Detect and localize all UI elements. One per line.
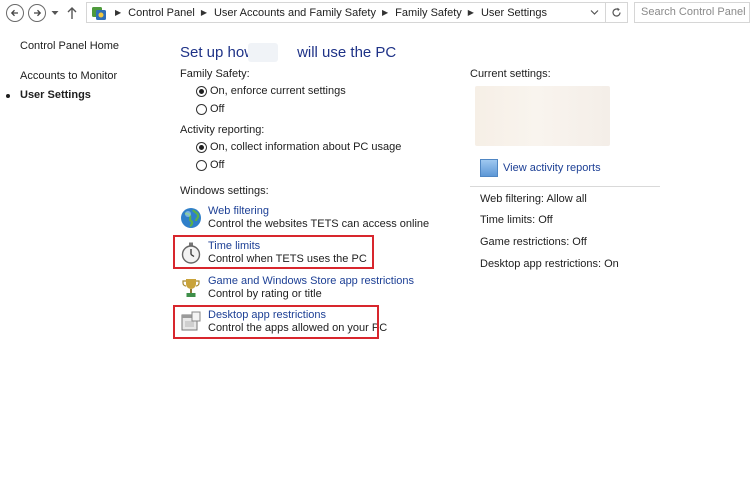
- time-limits-highlight-box: [173, 235, 374, 269]
- refresh-icon: [612, 7, 621, 17]
- page-title-part2: will use the PC: [297, 44, 397, 61]
- family-safety-off-label: Off: [210, 103, 225, 115]
- breadcrumb-family-safety[interactable]: Family Safety: [395, 7, 462, 19]
- current-settings-label: Current settings:: [470, 68, 551, 80]
- up-arrow-icon[interactable]: [66, 6, 78, 20]
- desktop-app-highlight-box: [173, 305, 379, 339]
- family-safety-on-option[interactable]: On, enforce current settings: [196, 85, 346, 97]
- windows-settings-label: Windows settings:: [180, 185, 269, 197]
- refresh-button[interactable]: [605, 3, 627, 22]
- search-input[interactable]: Search Control Panel: [634, 2, 750, 23]
- left-navigation-pane: Control Panel Home Accounts to Monitor U…: [0, 26, 170, 478]
- view-activity-reports-link[interactable]: View activity reports: [503, 162, 601, 174]
- breadcrumb-control-panel[interactable]: Control Panel: [128, 7, 195, 19]
- breadcrumb: ▶ Control Panel ▶ User Accounts and Fami…: [115, 6, 547, 19]
- user-account-picture: [475, 86, 610, 146]
- activity-reporting-off-option[interactable]: Off: [196, 159, 224, 171]
- activity-reporting-off-radio[interactable]: [196, 159, 207, 171]
- activity-report-icon[interactable]: [480, 159, 498, 177]
- activity-reporting-on-radio[interactable]: [196, 141, 207, 153]
- control-panel-icon: [92, 7, 106, 20]
- forward-arrow-icon: [34, 9, 42, 17]
- trophy-icon: [182, 279, 200, 297]
- activity-reporting-off-label: Off: [210, 159, 225, 171]
- current-web-filtering: Web filtering: Allow all: [480, 193, 587, 205]
- game-restrictions-description: Control by rating or title: [208, 288, 322, 300]
- family-safety-label: Family Safety:: [180, 68, 250, 80]
- address-toolbar: ▶ Control Panel ▶ User Accounts and Fami…: [0, 0, 750, 26]
- breadcrumb-user-accounts[interactable]: User Accounts and Family Safety: [214, 7, 376, 19]
- back-arrow-icon: [10, 9, 18, 17]
- family-safety-off-option[interactable]: Off: [196, 103, 224, 115]
- sidebar-item-accounts-to-monitor[interactable]: Accounts to Monitor: [20, 70, 117, 82]
- recent-locations-icon[interactable]: [51, 10, 59, 16]
- forward-button[interactable]: [28, 4, 46, 22]
- family-safety-on-radio[interactable]: [196, 85, 207, 97]
- current-desktop-app-restrictions: Desktop app restrictions: On: [480, 258, 619, 270]
- current-settings-divider: [470, 186, 660, 187]
- activity-reporting-label: Activity reporting:: [180, 124, 265, 136]
- dropdown-chevron-icon[interactable]: [590, 9, 599, 16]
- obscured-username: [248, 43, 278, 62]
- activity-reporting-on-option[interactable]: On, collect information about PC usage: [196, 141, 401, 153]
- game-restrictions-link[interactable]: Game and Windows Store app restrictions: [208, 275, 414, 287]
- globe-icon: [181, 208, 201, 228]
- web-filtering-description: Control the websites TETS can access onl…: [208, 218, 430, 230]
- family-safety-on-label: On, enforce current settings: [210, 85, 346, 97]
- page-title-part1: Set up how: [180, 44, 256, 61]
- sidebar-item-user-settings[interactable]: User Settings: [20, 89, 91, 101]
- page-title: Set up how will use the PC: [180, 44, 396, 61]
- selected-bullet-icon: [6, 94, 10, 98]
- current-time-limits: Time limits: Off: [480, 214, 553, 226]
- web-filtering-link[interactable]: Web filtering: [208, 205, 269, 217]
- sidebar-item-control-panel-home[interactable]: Control Panel Home: [20, 40, 119, 52]
- back-button[interactable]: [6, 4, 24, 22]
- breadcrumb-user-settings[interactable]: User Settings: [481, 7, 547, 19]
- family-safety-off-radio[interactable]: [196, 103, 207, 115]
- current-game-restrictions: Game restrictions: Off: [480, 236, 587, 248]
- activity-reporting-on-label: On, collect information about PC usage: [210, 141, 402, 153]
- address-field[interactable]: ▶ Control Panel ▶ User Accounts and Fami…: [86, 2, 628, 23]
